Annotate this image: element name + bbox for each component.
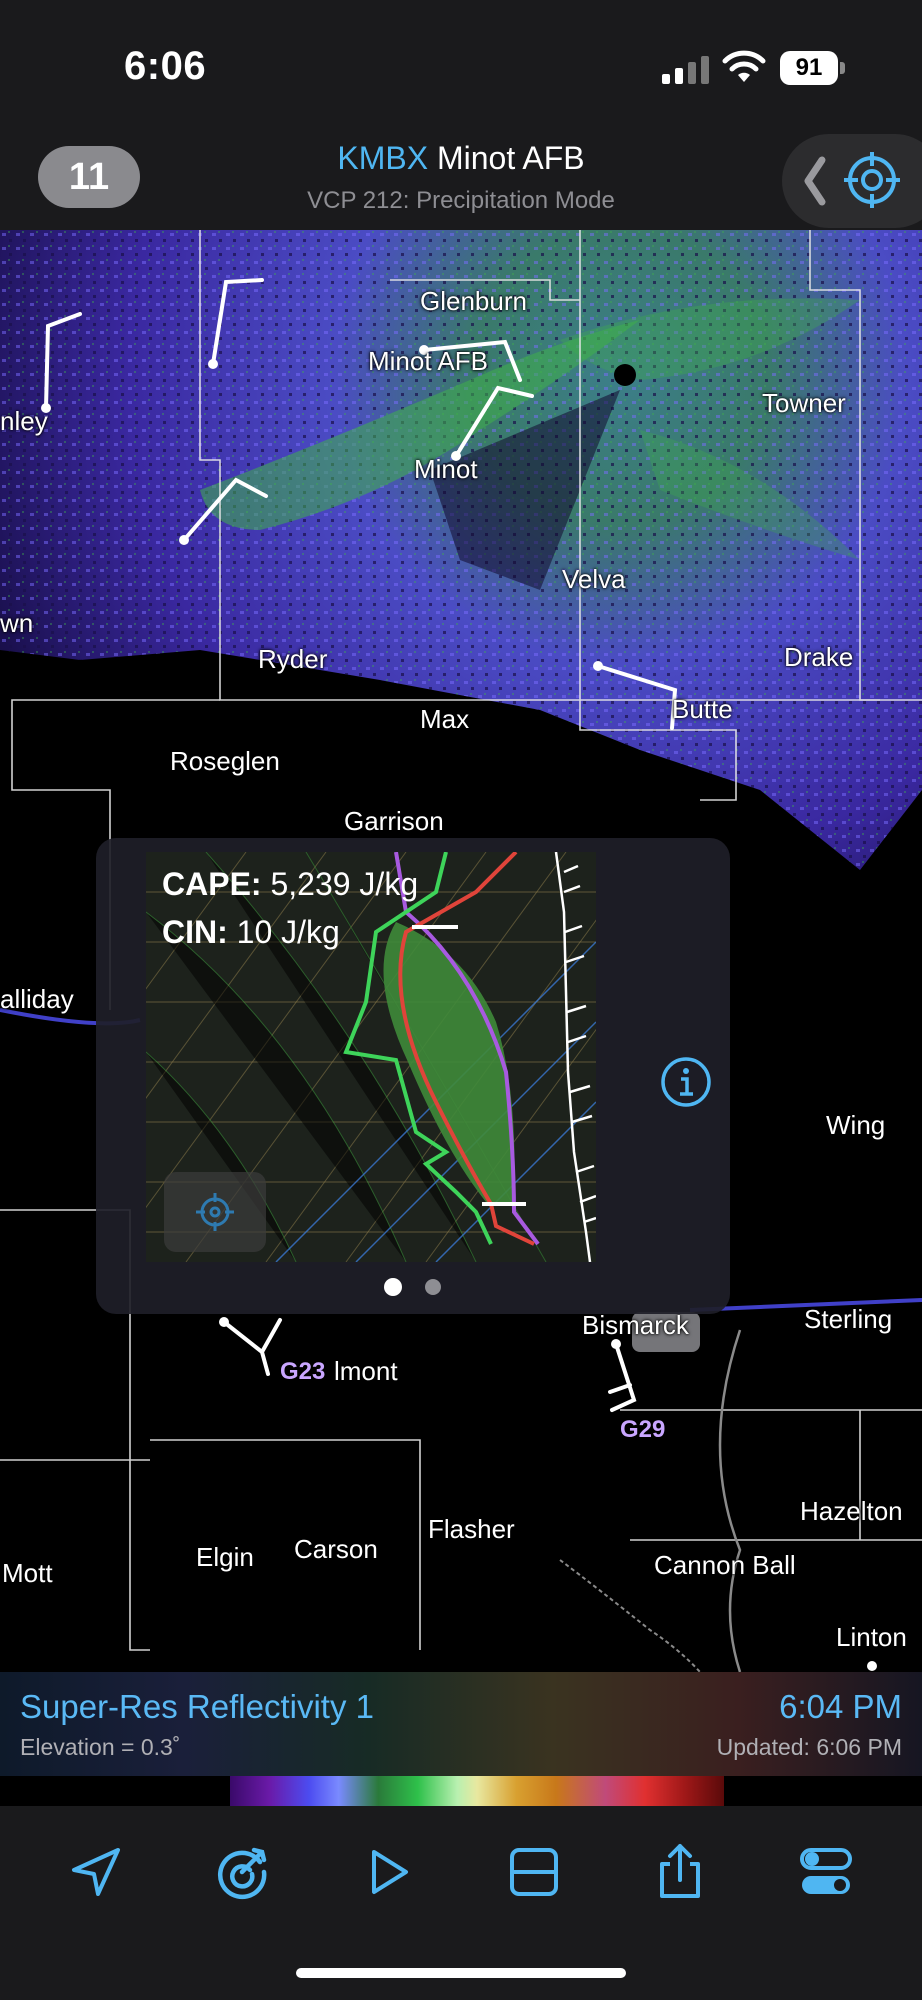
wifi-icon xyxy=(722,50,766,82)
station-name: Minot AFB xyxy=(436,140,585,176)
town-label: Carson xyxy=(294,1534,378,1564)
status-bar: 6:06 91 xyxy=(0,0,922,130)
color-scale-gradient xyxy=(230,1776,724,1806)
location-arrow-icon[interactable] xyxy=(66,1842,126,1902)
cin-readout: CIN: 10 J/kg xyxy=(162,914,340,951)
product-info-bar[interactable]: Super-Res Reflectivity 1 Elevation = 0.3… xyxy=(0,1672,922,1776)
location-controls xyxy=(782,134,922,228)
clock: 6:06 xyxy=(124,44,207,88)
reflectivity-color-scale xyxy=(0,1776,922,1806)
elevation-label: Elevation = 0.3˚ xyxy=(20,1734,181,1760)
gust-label: G29 xyxy=(620,1416,666,1443)
scan-time: 6:04 PM xyxy=(779,1688,902,1725)
town-label: Drake xyxy=(784,642,854,672)
cape-readout: CAPE: 5,239 J/kg xyxy=(162,866,418,903)
town-label: Bismarck xyxy=(582,1310,689,1340)
town-label: Linton xyxy=(836,1622,907,1652)
station-id: KMBX xyxy=(337,140,429,176)
settings-toggle-icon[interactable] xyxy=(796,1842,856,1902)
town-label: Glenburn xyxy=(420,286,527,316)
town-label: wn xyxy=(0,608,34,638)
town-label: Garrison xyxy=(344,806,444,836)
town-label: Flasher xyxy=(428,1514,515,1544)
cin-label: CIN: xyxy=(162,914,228,950)
cin-value: 10 J/kg xyxy=(236,914,340,950)
town-label: nley xyxy=(0,406,48,436)
page-indicator-dot[interactable] xyxy=(425,1279,441,1295)
cape-label: CAPE: xyxy=(162,866,262,902)
page-indicator-dot-active[interactable] xyxy=(384,1278,402,1296)
radar-icon[interactable] xyxy=(212,1842,272,1902)
town-label: Velva xyxy=(562,564,626,594)
product-name[interactable]: Super-Res Reflectivity 1 xyxy=(20,1688,374,1726)
sounding-popup[interactable] xyxy=(96,838,730,1314)
chevron-left-icon[interactable] xyxy=(800,154,830,208)
gust-label: G23 xyxy=(280,1358,326,1385)
sounding-locate-button[interactable] xyxy=(164,1172,266,1252)
radar-site-marker xyxy=(614,364,636,386)
town-label: Minot AFB xyxy=(368,346,488,376)
cape-value: 5,239 J/kg xyxy=(270,866,419,902)
town-label: Max xyxy=(420,704,470,734)
bottom-toolbar xyxy=(0,1806,922,2000)
split-view-icon[interactable] xyxy=(504,1842,564,1902)
town-label: Mott xyxy=(2,1558,53,1588)
crosshair-icon xyxy=(196,1193,234,1231)
town-label: Cannon Ball xyxy=(654,1550,796,1580)
town-label: Hazelton xyxy=(800,1496,903,1526)
battery-level: 91 xyxy=(780,51,838,85)
town-label: Towner xyxy=(762,388,846,418)
town-label: Roseglen xyxy=(170,746,280,776)
info-icon[interactable] xyxy=(660,1056,712,1108)
share-icon[interactable] xyxy=(650,1842,710,1902)
town-label: Ryder xyxy=(258,644,328,674)
cellular-signal-icon xyxy=(662,56,709,84)
town-label: Minot xyxy=(414,454,478,484)
town-label: Sterling xyxy=(804,1304,893,1334)
battery-tip xyxy=(840,62,845,74)
town-label: lmont xyxy=(334,1356,398,1386)
town-label: alliday xyxy=(0,984,74,1014)
updated-time: Updated: 6:06 PM xyxy=(716,1734,902,1760)
town-label: Elgin xyxy=(196,1542,254,1572)
play-icon[interactable] xyxy=(358,1842,418,1902)
radar-header: 11 KMBX Minot AFB VCP 212: Precipitation… xyxy=(0,130,922,230)
town-label: Butte xyxy=(672,694,733,724)
town-label: Wing xyxy=(826,1110,886,1140)
home-indicator xyxy=(296,1968,626,1978)
crosshair-icon[interactable] xyxy=(842,150,902,210)
battery-icon: 91 xyxy=(780,51,846,85)
